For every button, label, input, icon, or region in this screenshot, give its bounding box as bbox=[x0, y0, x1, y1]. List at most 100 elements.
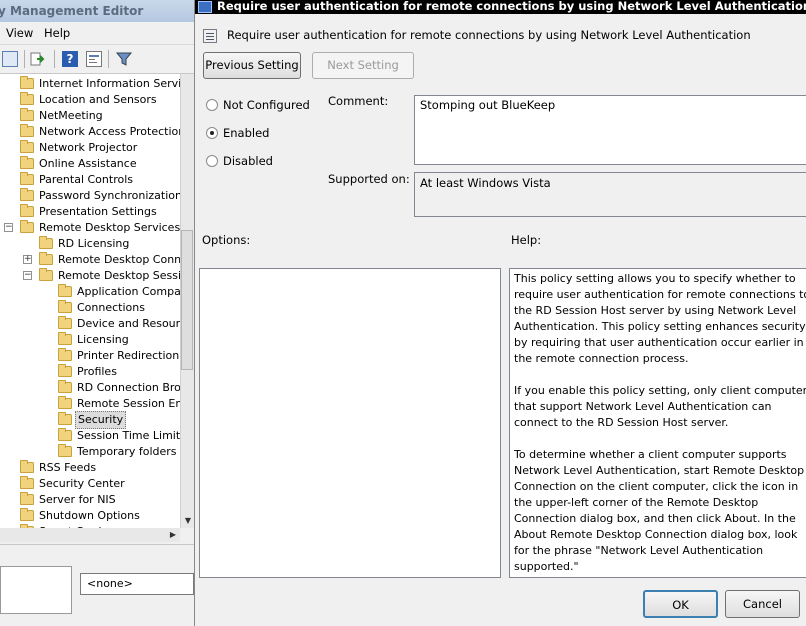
tree-item[interactable]: Remote Session Envir bbox=[0, 396, 180, 412]
help-pane[interactable]: This policy setting allows you to specif… bbox=[509, 268, 806, 578]
tree-item[interactable]: Location and Sensors bbox=[0, 92, 180, 108]
options-pane bbox=[199, 268, 501, 578]
not-configured-radio[interactable] bbox=[206, 99, 218, 111]
properties-icon[interactable] bbox=[86, 51, 102, 67]
policy-tree: Internet Information Services Location an… bbox=[0, 74, 180, 528]
tree-item[interactable]: Licensing bbox=[0, 332, 180, 348]
show-hide-tree-icon[interactable] bbox=[2, 51, 18, 67]
folder-icon bbox=[20, 108, 34, 121]
collapse-icon[interactable]: − bbox=[4, 223, 13, 232]
tree-item[interactable]: Application Compatibi bbox=[0, 284, 180, 300]
folder-icon bbox=[58, 396, 72, 409]
tree-item[interactable]: NetMeeting bbox=[0, 108, 180, 124]
menu-view[interactable]: View bbox=[6, 26, 33, 40]
enabled-label[interactable]: Enabled bbox=[223, 126, 269, 140]
not-configured-label[interactable]: Not Configured bbox=[223, 98, 310, 112]
tree-item-label: Remote Desktop Session bbox=[58, 269, 180, 282]
tree-item-label: Remote Session Envir bbox=[77, 397, 180, 410]
next-setting-button[interactable]: Next Setting bbox=[312, 52, 414, 79]
tree-item[interactable]: Security Center bbox=[0, 476, 180, 492]
tree-horizontal-scrollbar[interactable]: ▶ bbox=[0, 528, 180, 542]
enabled-radio[interactable] bbox=[206, 127, 218, 139]
folder-icon bbox=[20, 460, 34, 473]
tree-item[interactable]: Online Assistance bbox=[0, 156, 180, 172]
scroll-right-icon[interactable]: ▶ bbox=[166, 528, 180, 542]
menu-help[interactable]: Help bbox=[44, 26, 70, 40]
supported-on-field: At least Windows Vista bbox=[414, 172, 806, 217]
tree-item-label: Temporary folders bbox=[77, 445, 177, 458]
gpme-window: y Management Editor View Help ? Internet… bbox=[0, 0, 194, 626]
comment-label: Comment: bbox=[328, 94, 389, 108]
filter-dropdown-value: <none> bbox=[87, 577, 133, 590]
tree-item[interactable]: Shutdown Options bbox=[0, 508, 180, 524]
folder-icon bbox=[58, 300, 72, 313]
folder-icon bbox=[58, 348, 72, 361]
toolbar-separator bbox=[108, 50, 109, 68]
folder-icon bbox=[20, 92, 34, 105]
setting-name: Require user authentication for remote c… bbox=[227, 28, 751, 42]
folder-icon bbox=[39, 252, 53, 265]
folder-icon bbox=[20, 124, 34, 137]
tree-item[interactable]: Session Time Limits bbox=[0, 428, 180, 444]
tree-item[interactable]: Device and Resource bbox=[0, 316, 180, 332]
ok-button[interactable]: OK bbox=[643, 590, 718, 618]
folder-icon bbox=[20, 76, 34, 89]
tree-item[interactable]: Presentation Settings bbox=[0, 204, 180, 220]
help-label: Help: bbox=[511, 233, 542, 247]
tree-item[interactable]: Security bbox=[0, 411, 180, 429]
setting-icon bbox=[203, 29, 217, 43]
bottom-list bbox=[0, 566, 72, 614]
tree-item-label: Application Compatibi bbox=[77, 285, 180, 298]
toolbar: ? bbox=[0, 45, 194, 74]
tree-item[interactable]: Server for NIS bbox=[0, 492, 180, 508]
folder-icon bbox=[58, 412, 72, 425]
tree-item[interactable]: Temporary folders bbox=[0, 444, 180, 460]
scroll-down-icon[interactable]: ▼ bbox=[181, 514, 194, 528]
expand-icon[interactable]: + bbox=[23, 255, 32, 264]
tree-item[interactable]: Profiles bbox=[0, 364, 180, 380]
tree-item-label: Profiles bbox=[77, 365, 117, 378]
policy-dialog: Require user authentication for remote c… bbox=[194, 0, 806, 626]
tree-item[interactable]: Printer Redirection bbox=[0, 348, 180, 364]
disabled-radio[interactable] bbox=[206, 155, 218, 167]
tree-item[interactable]: RD Licensing bbox=[0, 236, 180, 252]
tree-item[interactable]: − Remote Desktop Services bbox=[0, 220, 180, 236]
help-icon[interactable]: ? bbox=[62, 51, 78, 67]
tree-item-label: Network Projector bbox=[39, 141, 138, 154]
folder-icon bbox=[58, 364, 72, 377]
tree-item[interactable]: Network Projector bbox=[0, 140, 180, 156]
tree-item[interactable]: − Remote Desktop Session bbox=[0, 268, 180, 284]
comment-field[interactable]: Stomping out BlueKeep bbox=[414, 95, 806, 165]
previous-setting-button[interactable]: Previous Setting bbox=[203, 52, 301, 79]
folder-icon bbox=[20, 220, 34, 233]
tree-item-label: Server for NIS bbox=[39, 493, 116, 506]
folder-icon bbox=[20, 508, 34, 521]
folder-icon bbox=[20, 476, 34, 489]
folder-icon bbox=[58, 444, 72, 457]
tree-item[interactable]: RD Connection Broke bbox=[0, 380, 180, 396]
tree-item[interactable]: Connections bbox=[0, 300, 180, 316]
tree-item[interactable]: Parental Controls bbox=[0, 172, 180, 188]
filter-icon[interactable] bbox=[115, 51, 133, 67]
export-list-icon[interactable] bbox=[30, 51, 46, 67]
tree-item[interactable]: RSS Feeds bbox=[0, 460, 180, 476]
tree-item[interactable]: Password Synchronization bbox=[0, 188, 180, 204]
cancel-button[interactable]: Cancel bbox=[725, 590, 800, 618]
collapse-icon[interactable]: − bbox=[23, 271, 32, 280]
dialog-title-bar: Require user authentication for remote c… bbox=[195, 0, 806, 14]
tree-item-label: Network Access Protection bbox=[39, 125, 180, 138]
tree-item-label: Security Center bbox=[39, 477, 125, 490]
tree-scroll-thumb[interactable] bbox=[181, 230, 193, 370]
tree-item-label: Security bbox=[75, 411, 127, 429]
disabled-label[interactable]: Disabled bbox=[223, 154, 273, 168]
folder-icon bbox=[20, 156, 34, 169]
supported-on-label: Supported on: bbox=[328, 172, 410, 186]
tree-item[interactable]: Network Access Protection bbox=[0, 124, 180, 140]
tree-item-label: RD Connection Broke bbox=[77, 381, 180, 394]
tree-item-label: NetMeeting bbox=[39, 109, 103, 122]
tree-item[interactable]: Internet Information Services bbox=[0, 76, 180, 92]
tree-item-label: Printer Redirection bbox=[77, 349, 180, 362]
filter-dropdown[interactable]: <none> bbox=[80, 573, 194, 595]
folder-icon bbox=[58, 428, 72, 441]
tree-item[interactable]: + Remote Desktop Connect bbox=[0, 252, 180, 268]
